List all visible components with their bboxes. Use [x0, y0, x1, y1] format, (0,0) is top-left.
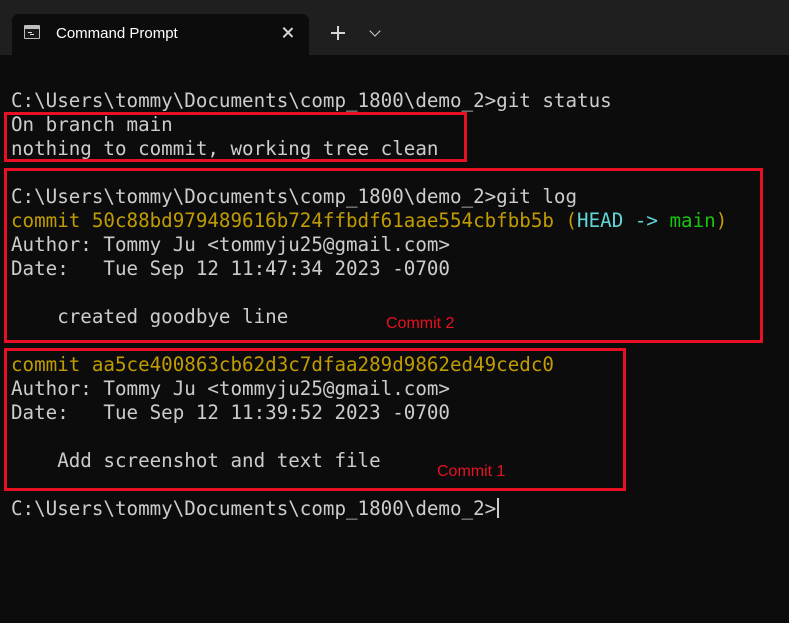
tab-title: Command Prompt: [56, 25, 178, 42]
text-cursor: [497, 498, 500, 518]
annotation-label-commit-2: Commit 2: [386, 315, 455, 332]
annotation-label-commit-1: Commit 1: [437, 463, 506, 480]
command-prompt-window: Command Prompt C:\Users\tommy\Documents\…: [0, 0, 789, 623]
annotation-box-commit-2: [4, 168, 763, 343]
tab-bar: Command Prompt: [0, 0, 789, 55]
plus-icon[interactable]: [327, 22, 349, 44]
close-icon[interactable]: [278, 23, 298, 43]
chevron-down-icon[interactable]: [366, 24, 386, 44]
annotation-box-status: [4, 112, 467, 162]
tab-command-prompt[interactable]: Command Prompt: [12, 14, 309, 55]
current-prompt: C:\Users\tommy\Documents\comp_1800\demo_…: [11, 497, 500, 521]
prompt-text: C:\Users\tommy\Documents\comp_1800\demo_…: [11, 497, 497, 520]
prompt-git-status: C:\Users\tommy\Documents\comp_1800\demo_…: [11, 89, 612, 112]
cmd-console-icon: [24, 25, 40, 39]
annotation-box-commit-1: [4, 348, 626, 491]
